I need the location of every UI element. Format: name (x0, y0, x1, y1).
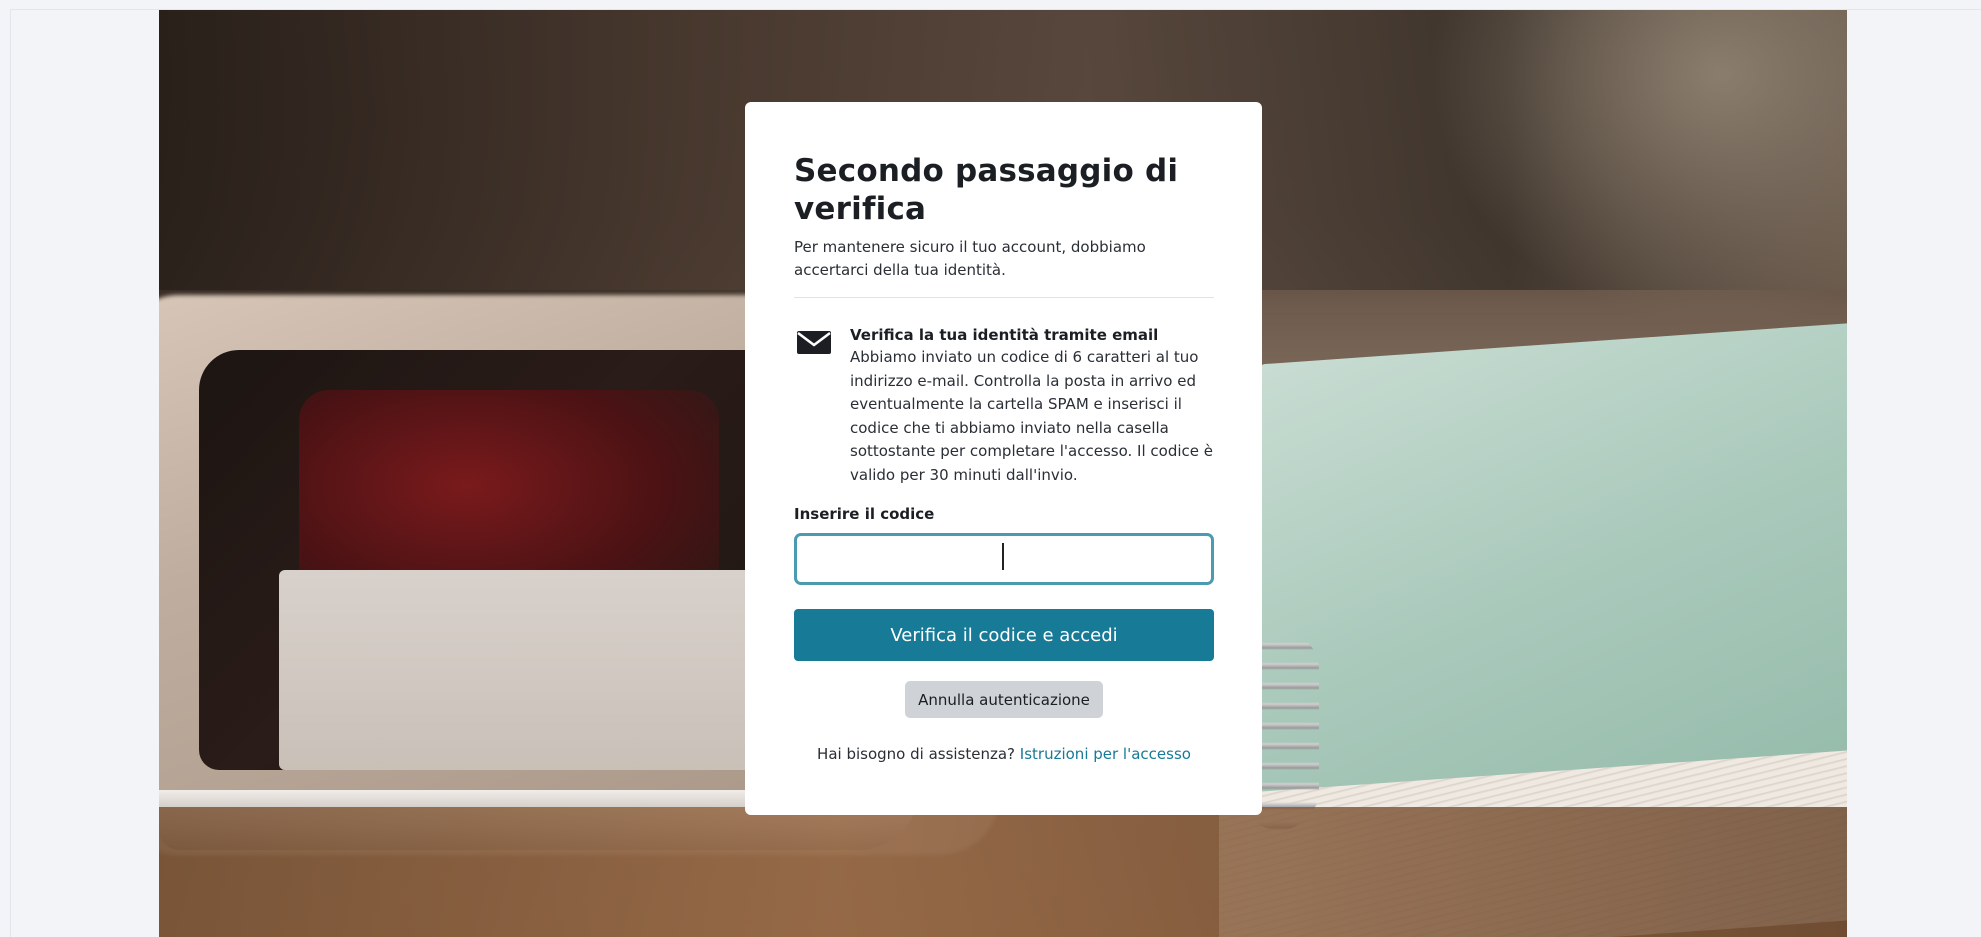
code-label: Inserire il codice (794, 505, 935, 523)
cancel-row: Annulla autenticazione (794, 681, 1214, 718)
verification-method-body: Verifica la tua identità tramite email A… (850, 324, 1213, 487)
page-left-border (10, 9, 11, 937)
help-text: Hai bisogno di assistenza? (817, 745, 1016, 763)
divider (794, 297, 1214, 298)
text-caret (1002, 543, 1004, 570)
verification-card: Secondo passaggio di verifica Per manten… (745, 102, 1262, 815)
page-title: Secondo passaggio di verifica (794, 153, 1179, 227)
verification-method-title: Verifica la tua identità tramite email (850, 326, 1159, 344)
verify-button[interactable]: Verifica il codice e accedi (794, 609, 1214, 661)
help-line: Hai bisogno di assistenza? Istruzioni pe… (794, 744, 1214, 764)
background-glow (1427, 10, 1847, 330)
code-input[interactable] (794, 533, 1214, 585)
envelope-icon (797, 331, 831, 354)
login-instructions-link[interactable]: Istruzioni per l'accesso (1020, 745, 1191, 763)
page: Secondo passaggio di verifica Per manten… (0, 0, 1981, 937)
verification-method: Verifica la tua identità tramite email A… (794, 324, 1213, 487)
page-subtitle: Per mantenere sicuro il tuo account, dob… (794, 238, 1146, 279)
cancel-authentication-button[interactable]: Annulla autenticazione (905, 681, 1103, 718)
code-input-wrapper (794, 533, 1214, 585)
verification-method-description: Abbiamo inviato un codice di 6 caratteri… (850, 348, 1213, 484)
background-table (159, 807, 1847, 937)
